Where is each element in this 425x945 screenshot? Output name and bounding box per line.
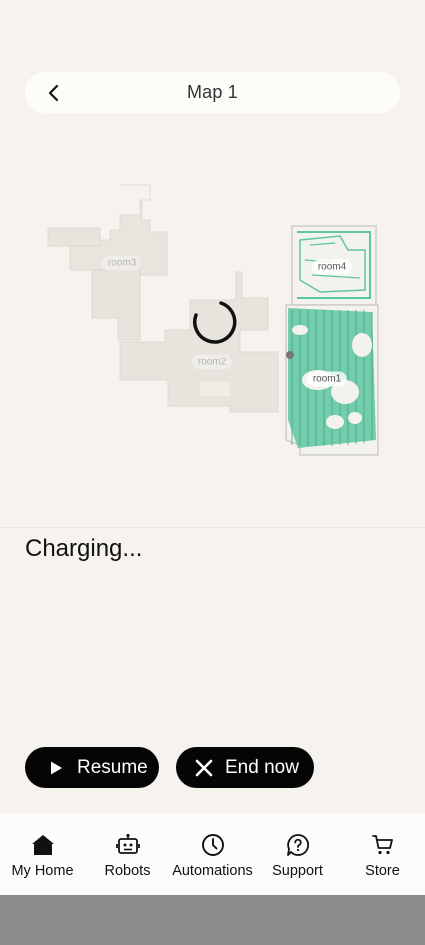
nav-item-support[interactable]: Support bbox=[255, 833, 340, 879]
status-text: Charging... bbox=[25, 535, 143, 562]
nav-label: My Home bbox=[11, 863, 74, 879]
map-room2-area bbox=[119, 271, 279, 413]
nav-item-automations[interactable]: Automations bbox=[170, 833, 255, 879]
resume-label: Resume bbox=[77, 756, 148, 778]
room-label-room1[interactable]: room1 bbox=[306, 371, 348, 387]
clock-icon bbox=[201, 833, 225, 857]
end-now-button[interactable]: End now bbox=[176, 747, 314, 788]
room-label-room4[interactable]: room4 bbox=[311, 259, 353, 275]
nav-label: Support bbox=[272, 863, 323, 879]
nav-item-my-home[interactable]: My Home bbox=[0, 833, 85, 879]
bottom-navigation: My Home Robots Automations Support Store bbox=[0, 813, 425, 895]
end-now-label: End now bbox=[225, 756, 299, 778]
nav-item-store[interactable]: Store bbox=[340, 833, 425, 879]
back-button[interactable] bbox=[41, 80, 67, 106]
home-icon bbox=[31, 833, 55, 857]
system-navigation-bar bbox=[0, 895, 425, 945]
nav-label: Robots bbox=[104, 863, 151, 879]
room-label-room3[interactable]: room3 bbox=[101, 255, 143, 271]
map-header: Map 1 bbox=[25, 72, 400, 113]
play-icon bbox=[45, 757, 67, 779]
robot-icon bbox=[115, 833, 140, 857]
close-icon bbox=[193, 757, 215, 779]
room-label-room2[interactable]: room2 bbox=[191, 354, 233, 370]
nav-item-robots[interactable]: Robots bbox=[85, 833, 170, 879]
help-circle-icon bbox=[286, 833, 310, 857]
cart-icon bbox=[371, 833, 395, 857]
divider bbox=[0, 527, 425, 528]
nav-label: Automations bbox=[172, 863, 253, 879]
chevron-left-icon bbox=[48, 84, 59, 102]
nav-label: Store bbox=[365, 863, 400, 879]
resume-button[interactable]: Resume bbox=[25, 747, 159, 788]
cleaning-map[interactable]: room3 room4 room2 room1 bbox=[0, 150, 425, 520]
page-title: Map 1 bbox=[186, 82, 239, 102]
